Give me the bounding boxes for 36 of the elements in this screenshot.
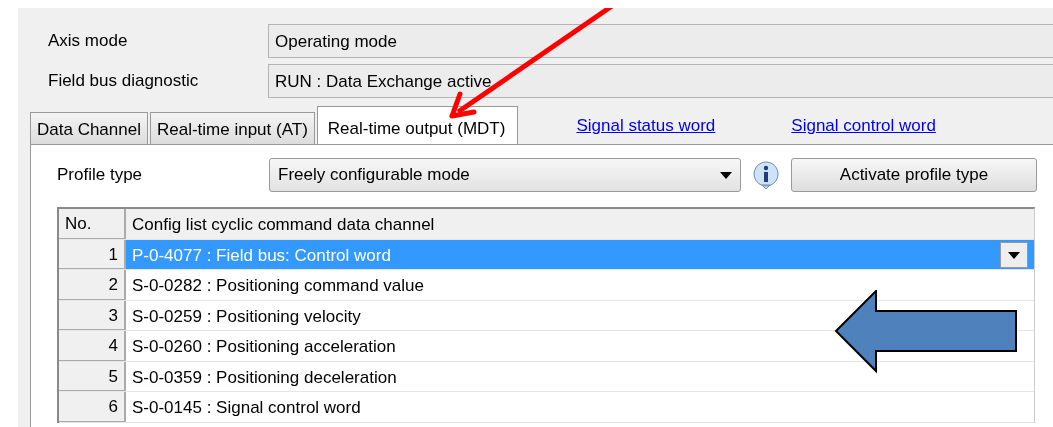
caret-icon <box>1008 251 1020 259</box>
tab[interactable]: Real-time input (AT) <box>149 112 315 144</box>
column-header: No. <box>59 209 126 239</box>
info-icon[interactable] <box>751 160 781 190</box>
field-label: Field bus diagnostic <box>47 70 200 93</box>
table-cell[interactable]: S-0-0259 : Positioning velocity <box>126 300 1034 330</box>
dropdown[interactable]: Freely configurable mode <box>269 158 741 192</box>
field-label: Profile type <box>57 164 144 187</box>
row-number: 1 <box>59 239 126 269</box>
tab[interactable]: Data Channel <box>30 112 148 144</box>
cell-text: P-0-4077 : Field bus: Control word <box>132 244 391 267</box>
read-only-field: RUN : Data Exchange active <box>268 64 1053 98</box>
row-number: 6 <box>59 392 126 422</box>
table-cell[interactable]: S-0-0282 : Positioning command value <box>126 270 1034 300</box>
cell-text: S-0-0282 : Positioning command value <box>132 275 424 297</box>
table-cell[interactable]: S-0-0145 : Signal control word <box>126 392 1034 422</box>
cell-text: S-0-0359 : Positioning deceleration <box>132 366 397 389</box>
cell-text: S-0-0145 : Signal control word <box>132 397 361 419</box>
read-only-field: Operating mode <box>268 24 1053 58</box>
row-number: 5 <box>59 361 126 391</box>
activate-profile-button[interactable]: Activate profile type <box>791 158 1037 192</box>
table-cell[interactable]: S-0-0359 : Positioning deceleration <box>126 361 1034 391</box>
caret-icon <box>720 171 732 179</box>
cell-text: S-0-0260 : Positioning acceleration <box>132 336 396 358</box>
link[interactable]: Signal control word <box>791 112 936 138</box>
table-cell[interactable]: S-0-0260 : Positioning acceleration <box>126 331 1034 361</box>
dropdown-value: Freely configurable mode <box>278 164 470 187</box>
row-number: 4 <box>59 331 126 361</box>
column-header: Config list cyclic command data channel <box>126 209 1034 239</box>
field-label: Axis mode <box>47 30 129 53</box>
dropdown-button[interactable] <box>1000 242 1028 269</box>
cell-text: S-0-0259 : Positioning velocity <box>132 305 361 328</box>
link[interactable]: Signal status word <box>576 112 716 138</box>
tab[interactable]: Real-time output (MDT) <box>316 106 519 144</box>
row-number: 3 <box>59 300 126 330</box>
row-number: 2 <box>59 270 126 300</box>
